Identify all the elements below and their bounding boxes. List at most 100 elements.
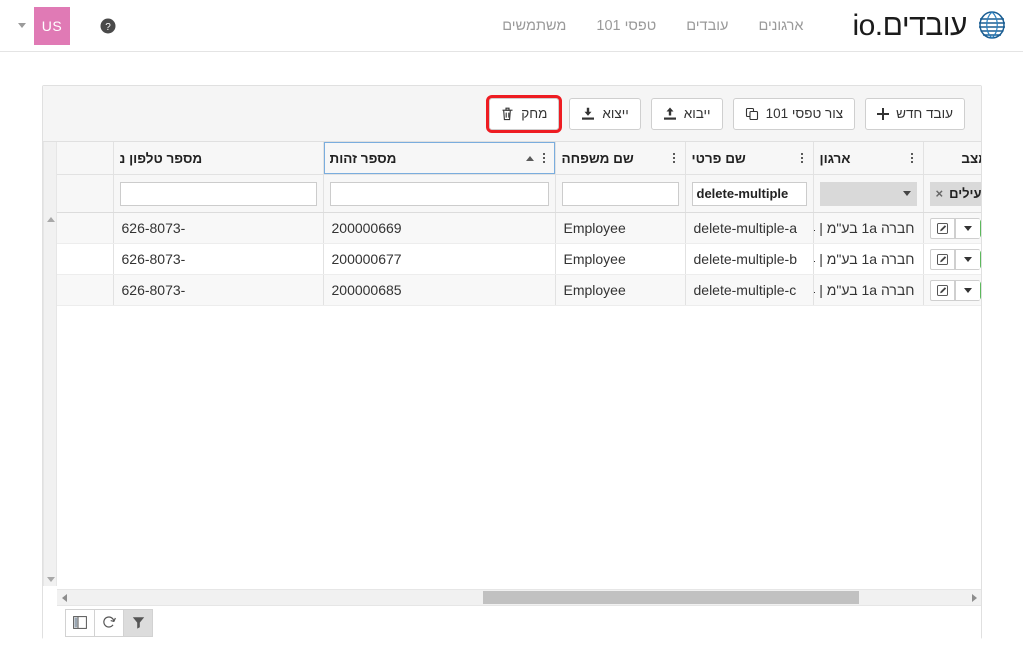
data-grid: מצב ארגון bbox=[43, 142, 981, 639]
nav-users[interactable]: משתמשים bbox=[487, 12, 581, 40]
col-header-spacer bbox=[57, 142, 113, 175]
status-filter-select[interactable]: פעילים × bbox=[929, 181, 981, 206]
table-row[interactable]: פעיל חברה 1a בע"מ | 511111114 delete-mul… bbox=[57, 212, 981, 244]
import-button[interactable]: ייבוא bbox=[650, 97, 723, 130]
panel-toolbar: עובד חדש צור טפסי 101 ייבוא ייצוא מחק bbox=[43, 86, 981, 142]
filter-cell-spacer bbox=[57, 174, 113, 213]
row-dropdown-button[interactable] bbox=[954, 217, 980, 239]
caret-down-icon bbox=[963, 225, 972, 231]
column-menu-icon[interactable] bbox=[797, 153, 807, 163]
row-edit-button[interactable] bbox=[929, 248, 955, 270]
delete-button[interactable]: מחק bbox=[486, 94, 563, 133]
col-phone-label: מספר טלפון נ bbox=[119, 150, 203, 166]
col-header-organization[interactable]: ארגון bbox=[812, 142, 923, 175]
nav-organizations[interactable]: ארגונים bbox=[743, 12, 818, 40]
scroll-up-arrow-icon[interactable] bbox=[44, 212, 58, 226]
new-employee-button[interactable]: עובד חדש bbox=[865, 97, 965, 130]
column-menu-icon[interactable] bbox=[907, 153, 917, 163]
horizontal-scroll-track[interactable] bbox=[71, 591, 967, 604]
column-menu-icon[interactable] bbox=[539, 153, 549, 163]
col-header-first-name[interactable]: שם פרטי bbox=[684, 142, 813, 175]
scroll-down-arrow-icon[interactable] bbox=[44, 572, 58, 586]
trash-icon bbox=[501, 107, 514, 121]
id-number-value: 200000669 bbox=[331, 220, 402, 236]
caret-down-icon bbox=[963, 256, 972, 262]
cell-organization: חברה 1a בע"מ | 511111114 bbox=[812, 274, 923, 306]
cell-first-name: delete-multiple-b bbox=[684, 243, 813, 275]
id-number-value: 200000685 bbox=[331, 282, 402, 298]
new-employee-label: עובד חדש bbox=[896, 106, 953, 121]
phone-value: -626-8073 bbox=[121, 220, 186, 236]
last-name-value: Employee bbox=[563, 251, 626, 267]
status-badge-wrap: פעיל bbox=[979, 218, 981, 238]
create-101-forms-label: צור טפסי 101 bbox=[765, 106, 844, 121]
col-first-name-label: שם פרטי bbox=[691, 150, 746, 166]
row-dropdown-button[interactable] bbox=[954, 248, 980, 270]
brand-logo[interactable]: עובדים.io bbox=[846, 9, 1009, 43]
export-button[interactable]: ייצוא bbox=[569, 97, 641, 130]
refresh-button[interactable] bbox=[94, 608, 124, 637]
cell-phone: -626-8073 bbox=[112, 212, 323, 244]
row-action-buttons bbox=[929, 279, 980, 301]
question-circle-icon[interactable]: ? bbox=[100, 18, 116, 34]
filter-cell-status: פעילים × bbox=[922, 174, 981, 213]
last-name-filter-input[interactable] bbox=[561, 181, 679, 206]
filter-cell-phone bbox=[112, 174, 323, 213]
row-dropdown-button[interactable] bbox=[954, 279, 980, 301]
table-row[interactable]: פעיל חברה 1a בע"מ | 511111114 delete-mul… bbox=[57, 274, 981, 306]
filter-button[interactable] bbox=[123, 608, 153, 637]
status-badge-wrap: פעיל bbox=[979, 249, 981, 269]
last-name-value: Employee bbox=[563, 282, 626, 298]
download-icon bbox=[581, 107, 595, 121]
phone-value: -626-8073 bbox=[121, 282, 186, 298]
phone-filter-input[interactable] bbox=[119, 181, 317, 206]
copy-icon bbox=[745, 107, 759, 121]
table-row[interactable]: פעיל חברה 1a בע"מ | 511111114 delete-mul… bbox=[57, 243, 981, 275]
cell-status: פעיל bbox=[922, 243, 981, 275]
cell-spacer bbox=[57, 212, 113, 244]
column-menu-icon[interactable] bbox=[669, 153, 679, 163]
brand-text: עובדים.io bbox=[852, 8, 967, 42]
status-badge: פעיל bbox=[979, 249, 981, 269]
col-header-last-name[interactable]: שם משפחה bbox=[554, 142, 685, 175]
cell-spacer bbox=[57, 274, 113, 306]
cell-organization: חברה 1a בע"מ | 511111114 bbox=[812, 212, 923, 244]
clear-filter-icon[interactable]: × bbox=[936, 186, 944, 201]
row-action-buttons bbox=[929, 217, 980, 239]
status-badge-wrap: פעיל bbox=[979, 280, 981, 300]
cell-phone: -626-8073 bbox=[112, 243, 323, 275]
nav-employees[interactable]: עובדים bbox=[671, 12, 743, 40]
row-edit-button[interactable] bbox=[929, 279, 955, 301]
horizontal-scrollbar[interactable] bbox=[57, 589, 981, 606]
avatar[interactable]: US bbox=[34, 6, 70, 45]
user-menu[interactable]: ? US bbox=[8, 6, 130, 45]
col-header-phone[interactable]: מספר טלפון נ bbox=[112, 142, 323, 175]
toggle-columns-button[interactable] bbox=[65, 608, 95, 637]
cell-first-name: delete-multiple-c bbox=[684, 274, 813, 306]
organization-filter-select[interactable] bbox=[819, 181, 917, 206]
create-101-forms-button[interactable]: צור טפסי 101 bbox=[732, 97, 856, 130]
horizontal-scroll-thumb[interactable] bbox=[483, 591, 860, 604]
cell-status: פעיל bbox=[922, 212, 981, 244]
cell-first-name: delete-multiple-a bbox=[684, 212, 813, 244]
top-navbar: עובדים.io ארגונים עובדים טפסי 101 משתמשי… bbox=[0, 0, 1023, 52]
scroll-left-arrow-icon[interactable] bbox=[57, 589, 71, 606]
scroll-right-arrow-icon[interactable] bbox=[967, 589, 981, 606]
row-edit-button[interactable] bbox=[929, 217, 955, 239]
cell-last-name: Employee bbox=[554, 243, 685, 275]
grid-tool-buttons bbox=[65, 608, 153, 637]
first-name-value: delete-multiple-a bbox=[693, 220, 798, 236]
import-label: ייבוא bbox=[683, 106, 711, 121]
nav-forms-101[interactable]: טפסי 101 bbox=[581, 12, 671, 40]
cell-phone: -626-8073 bbox=[112, 274, 323, 306]
filter-cell-last-name bbox=[554, 174, 685, 213]
cell-spacer bbox=[57, 243, 113, 275]
id-number-filter-input[interactable] bbox=[329, 181, 549, 206]
vertical-scrollbar[interactable] bbox=[43, 142, 57, 586]
col-header-id-number[interactable]: מספר זהות bbox=[322, 142, 555, 175]
grid-viewport: מצב ארגון bbox=[57, 142, 981, 586]
id-number-value: 200000677 bbox=[331, 251, 402, 267]
caret-down-icon[interactable] bbox=[18, 23, 26, 28]
first-name-filter-input[interactable] bbox=[691, 181, 807, 206]
col-header-status[interactable]: מצב bbox=[922, 142, 981, 175]
